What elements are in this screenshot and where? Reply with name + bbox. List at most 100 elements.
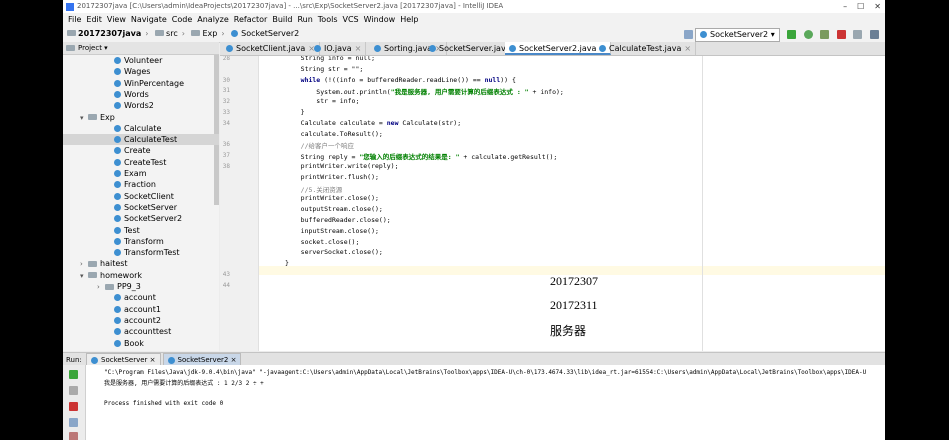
console-line: "C:\Program Files\Java\jdk-9.0.4\bin\jav…: [104, 369, 867, 376]
tree-item[interactable]: Calculate: [63, 123, 219, 134]
menu-item-help[interactable]: Help: [400, 15, 418, 24]
close-run-icon[interactable]: [69, 432, 78, 440]
line-number: 43: [222, 271, 230, 278]
coverage-icon[interactable]: [820, 30, 830, 39]
tree-item[interactable]: Transform: [63, 236, 219, 247]
menu-item-build[interactable]: Build: [272, 15, 292, 24]
run-configuration-select[interactable]: SocketServer2 ▾: [695, 27, 780, 42]
overlay-line: 20172307: [550, 274, 598, 288]
breadcrumb-project[interactable]: 20172307java ›: [67, 26, 149, 42]
code-line: socket.close();: [285, 237, 360, 246]
tree-item[interactable]: ▾ Exp: [63, 112, 219, 123]
breadcrumb-src[interactable]: src ›: [155, 26, 185, 42]
editor-tab[interactable]: SocketClient.java ×: [222, 42, 320, 55]
tree-item[interactable]: CreateTest: [63, 157, 219, 168]
class-icon: [91, 356, 99, 364]
tree-item[interactable]: Book: [63, 338, 219, 349]
menu-item-navigate[interactable]: Navigate: [131, 15, 167, 24]
tree-item[interactable]: SocketServer2: [63, 213, 219, 224]
maximize-icon[interactable]: ☐: [857, 2, 864, 11]
tree-item[interactable]: TransformTest: [63, 247, 219, 258]
stop-icon[interactable]: [69, 402, 78, 411]
code-line: serverSocket.close();: [285, 248, 383, 257]
line-number: 31: [222, 87, 230, 95]
close-tab-icon[interactable]: ×: [355, 44, 362, 53]
class-icon: [114, 181, 121, 189]
code-line: printWriter.write(reply);: [285, 162, 399, 170]
overlay-line: 20172311: [550, 298, 598, 312]
menu-item-window[interactable]: Window: [364, 15, 396, 24]
debug-icon[interactable]: [803, 30, 813, 39]
editor-tab[interactable]: IO.java ×: [310, 42, 367, 55]
tree-item[interactable]: Words2: [63, 100, 219, 111]
console-output[interactable]: "C:\Program Files\Java\jdk-9.0.4\bin\jav…: [86, 365, 885, 440]
tree-item[interactable]: account2: [63, 315, 219, 326]
minimize-icon[interactable]: –: [843, 2, 847, 11]
search-icon[interactable]: [870, 30, 879, 39]
tree-item-label: Test: [124, 225, 140, 235]
tree-item[interactable]: › PP9_3: [63, 281, 219, 292]
menu-item-file[interactable]: File: [68, 15, 81, 24]
close-icon[interactable]: ✕: [874, 2, 881, 11]
tree-item[interactable]: WinPercentage: [63, 78, 219, 89]
build-icon[interactable]: [683, 30, 693, 39]
line-number: 32: [222, 98, 230, 106]
line-number: 30: [222, 76, 230, 84]
editor-tab[interactable]: CalculateTest.java ×: [595, 42, 697, 55]
tree-item-label: homework: [100, 270, 143, 280]
breadcrumb-package[interactable]: Exp ›: [191, 26, 225, 42]
menu-item-tools[interactable]: Tools: [318, 15, 338, 24]
tree-item-label: CalculateTest: [124, 135, 178, 145]
menu-item-run[interactable]: Run: [297, 15, 312, 24]
tree-item[interactable]: Volunteer: [63, 55, 219, 66]
menu-item-refactor[interactable]: Refactor: [234, 15, 268, 24]
tree-item[interactable]: accounttest: [63, 326, 219, 337]
tree-item-label: CreateTest: [124, 157, 167, 167]
folder-icon: [105, 283, 114, 290]
tree-item-label: Fraction: [124, 180, 156, 190]
tree-item[interactable]: Create: [63, 145, 219, 156]
tree-item[interactable]: ▾ homework: [63, 270, 219, 281]
breadcrumb-file[interactable]: SocketServer2: [231, 26, 299, 42]
tree-item-label: Bookshelf: [124, 350, 163, 351]
tree-item-label: haitest: [100, 259, 128, 269]
stop-icon[interactable]: [836, 30, 846, 39]
tree-item[interactable]: Bookshelf: [63, 349, 219, 351]
menu-item-view[interactable]: View: [107, 15, 126, 24]
console-line: Process finished with exit code 0: [104, 400, 224, 407]
rerun-icon[interactable]: [69, 370, 78, 379]
tree-item[interactable]: account1: [63, 304, 219, 315]
tree-item[interactable]: Words: [63, 89, 219, 100]
tree-item[interactable]: Exam: [63, 168, 219, 179]
tree-item[interactable]: Wages: [63, 66, 219, 77]
tree-item-label: PP9_3: [117, 282, 141, 291]
run-icon[interactable]: [787, 30, 797, 39]
code-line: }: [285, 259, 289, 268]
scroll-up-icon[interactable]: [69, 386, 78, 395]
folder-icon: [191, 30, 201, 36]
class-icon: [114, 203, 121, 211]
tree-item[interactable]: SocketClient: [63, 191, 219, 202]
code-line: calculate.ToResult();: [285, 129, 383, 138]
tree-item[interactable]: CalculateTest: [63, 134, 219, 146]
tree-item[interactable]: › haitest: [63, 258, 219, 269]
tree-item[interactable]: Fraction: [63, 179, 219, 190]
tree-item[interactable]: account: [63, 292, 219, 303]
menu-item-code[interactable]: Code: [172, 15, 192, 24]
tree-item[interactable]: SocketServer: [63, 202, 219, 213]
menu-item-analyze[interactable]: Analyze: [197, 15, 229, 24]
class-icon: [114, 124, 121, 132]
tree-item[interactable]: Test: [63, 225, 219, 236]
folder-icon: [88, 272, 97, 279]
menu-item-vcs[interactable]: VCS: [343, 15, 359, 24]
class-icon: [114, 192, 121, 200]
console-line: 我是服务器, 用户需要计算的后缀表达式 : 1 2/3 2 ÷ +: [104, 380, 264, 387]
restore-layout-icon[interactable]: [69, 418, 78, 427]
project-structure-icon[interactable]: [853, 30, 863, 39]
line-number: 33: [222, 109, 230, 116]
class-icon: [114, 339, 121, 347]
close-tab-icon[interactable]: ×: [684, 44, 691, 53]
menu-item-edit[interactable]: Edit: [86, 15, 102, 24]
code-editor[interactable]: String info = null; 28 String str = ""; w…: [220, 56, 885, 351]
class-icon: [231, 30, 239, 37]
